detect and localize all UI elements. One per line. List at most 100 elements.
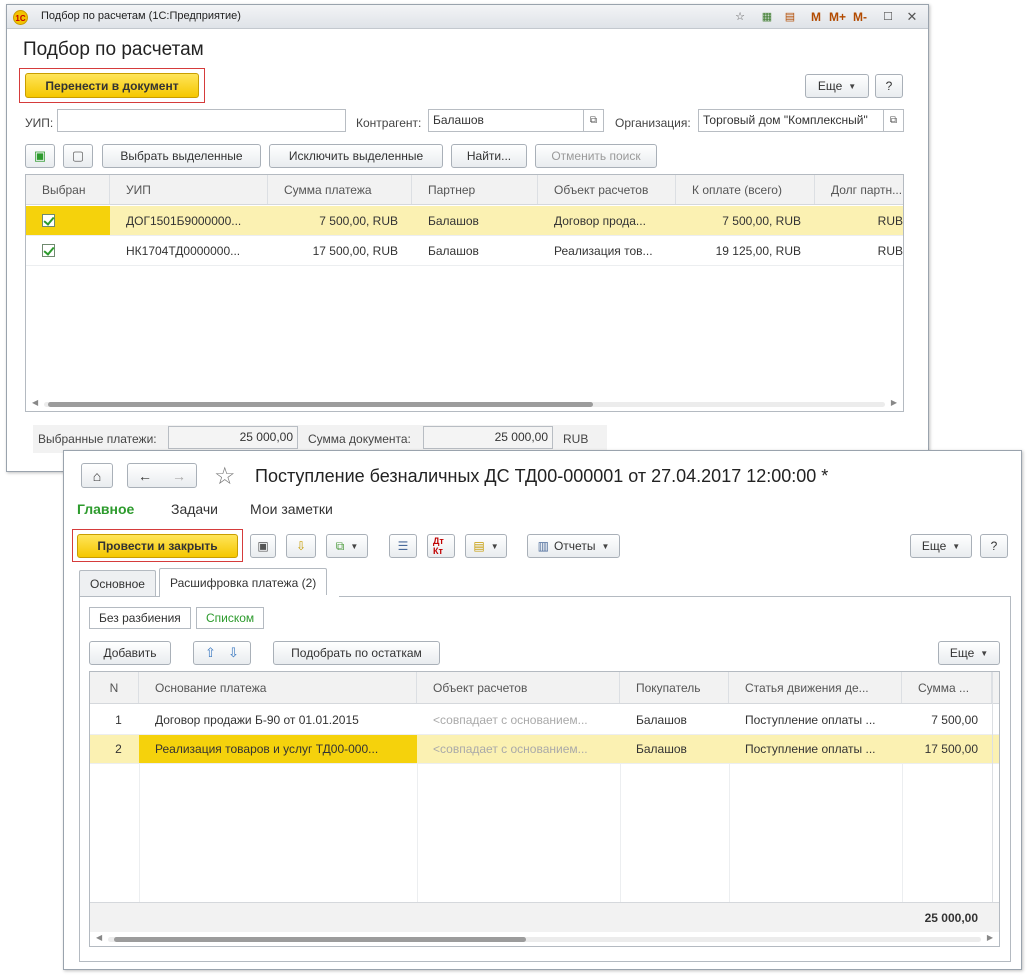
create-based-on-button[interactable]: ⧉ ▼ <box>326 534 368 558</box>
move-down-icon[interactable]: ⇩ <box>228 645 239 661</box>
table-header: N Основание платежа Объект расчетов Поку… <box>90 672 999 704</box>
nav-tab-notes[interactable]: Мои заметки <box>250 501 333 517</box>
checkmark-icon <box>42 214 55 227</box>
column-header[interactable]: Основание платежа <box>139 672 417 703</box>
mode-no-split[interactable]: Без разбиения <box>89 607 191 629</box>
favorites-icon[interactable]: ☆ <box>732 9 748 25</box>
column-header[interactable]: Покупатель <box>620 672 729 703</box>
column-header[interactable]: Объект расчетов <box>538 175 676 204</box>
counterparty-field[interactable]: Балашов <box>428 109 584 132</box>
tab-payment-breakdown[interactable]: Расшифровка платежа (2) <box>159 568 328 596</box>
selection-window: 1С Подбор по расчетам (1С:Предприятие) ☆… <box>6 4 929 472</box>
nav-tab-tasks[interactable]: Задачи <box>171 501 218 517</box>
memory-minus-button[interactable]: M- <box>853 9 867 25</box>
amount-cell: 17 500,00, RUB <box>312 243 398 258</box>
buyer-cell: Балашов <box>636 712 687 727</box>
add-button[interactable]: Добавить <box>89 641 171 665</box>
calendar-icon[interactable]: ▤ <box>782 9 798 25</box>
to-pay-cell: 19 125,00, RUB <box>715 243 801 258</box>
favorite-star-icon[interactable]: ☆ <box>214 462 236 491</box>
more-button[interactable]: Еще ▼ <box>805 74 869 98</box>
related-docs-icon: ▤ <box>473 539 485 553</box>
column-header[interactable]: Сумма ... <box>902 672 992 703</box>
column-header[interactable]: Выбран <box>26 175 110 204</box>
selected-checkbox[interactable] <box>26 206 110 235</box>
check-all-icon[interactable]: ▣ <box>25 144 55 168</box>
checkmark-icon <box>42 244 55 257</box>
table-row[interactable]: 1 Договор продажи Б-90 от 01.01.2015 <со… <box>90 705 999 735</box>
related-docs-button[interactable]: ▤ ▼ <box>465 534 507 558</box>
exclude-selected-button[interactable]: Исключить выделенные <box>269 144 443 168</box>
journal-icon[interactable]: ☰ <box>389 534 417 558</box>
column-header[interactable]: Объект расчетов <box>417 672 620 703</box>
memory-m-button[interactable]: M <box>811 9 821 25</box>
column-header[interactable]: Долг партн... <box>815 175 903 204</box>
move-up-icon[interactable]: ⇧ <box>205 645 216 661</box>
scroll-thumb[interactable] <box>114 937 526 942</box>
tab-joiner <box>160 595 339 597</box>
scroll-right-icon[interactable]: ▶ <box>891 398 897 407</box>
column-header[interactable]: УИП <box>110 175 268 204</box>
table-more-button[interactable]: Еще ▼ <box>938 641 1000 665</box>
post-document-icon[interactable]: ⇩ <box>286 534 316 558</box>
pick-by-balance-button[interactable]: Подобрать по остаткам <box>273 641 440 665</box>
horizontal-scrollbar[interactable]: ◀ ▶ <box>90 932 999 946</box>
document-title: Поступление безналичных ДС ТД00-000001 о… <box>255 466 829 486</box>
table-row[interactable]: 2 Реализация товаров и услуг ТД00-000...… <box>90 735 999 764</box>
basis-cell[interactable]: Реализация товаров и услуг ТД00-000... <box>139 735 417 763</box>
find-button[interactable]: Найти... <box>451 144 527 168</box>
horizontal-scrollbar[interactable]: ◀ ▶ <box>26 397 903 411</box>
column-header[interactable]: N <box>90 672 139 703</box>
selected-payments-value: 25 000,00 <box>168 426 298 449</box>
selected-checkbox[interactable] <box>26 236 110 265</box>
reorder-buttons: ⇧ ⇩ <box>193 641 251 665</box>
close-icon[interactable]: ✕ <box>904 9 920 25</box>
total-sum: 25 000,00 <box>924 910 978 925</box>
column-header[interactable]: К оплате (всего) <box>676 175 815 204</box>
select-selected-button[interactable]: Выбрать выделенные <box>102 144 261 168</box>
calculator-icon[interactable]: ▦ <box>759 9 775 25</box>
reports-button[interactable]: ▥ Отчеты ▼ <box>527 534 620 558</box>
counterparty-label: Контрагент: <box>356 116 422 130</box>
column-header[interactable]: Партнер <box>412 175 538 204</box>
back-arrow-icon[interactable]: ← <box>138 468 152 484</box>
cancel-search-button[interactable]: Отменить поиск <box>535 144 657 168</box>
reports-icon: ▥ <box>537 539 549 553</box>
maximize-icon[interactable]: ☐ <box>880 9 896 25</box>
nav-tab-main[interactable]: Главное <box>77 501 134 517</box>
uip-cell: ДОГ1501Б9000000... <box>126 213 242 228</box>
more-button[interactable]: Еще ▼ <box>910 534 972 558</box>
forward-arrow-icon[interactable]: → <box>172 468 186 484</box>
column-divider <box>992 672 993 932</box>
open-counterparty-icon[interactable]: ⧉ <box>584 109 604 132</box>
post-and-close-button[interactable]: Провести и закрыть <box>77 534 238 558</box>
row-number: 1 <box>115 712 122 727</box>
receipt-document-window: ⌂ ← → ☆ Поступление безналичных ДС ТД00-… <box>63 450 1022 970</box>
scroll-thumb[interactable] <box>48 402 593 407</box>
uip-input[interactable] <box>57 109 346 132</box>
transfer-to-document-button[interactable]: Перенести в документ <box>25 73 199 98</box>
tab-main[interactable]: Основное <box>79 570 156 596</box>
column-header[interactable]: Сумма платежа <box>268 175 412 204</box>
open-organization-icon[interactable]: ⧉ <box>884 109 904 132</box>
table-row[interactable]: НК1704ТД0000000... 17 500,00, RUB Балашо… <box>26 236 903 266</box>
scroll-left-icon[interactable]: ◀ <box>96 933 102 942</box>
sum-cell: 7 500,00 <box>931 712 978 727</box>
memory-plus-button[interactable]: M+ <box>829 9 846 25</box>
column-header[interactable]: Статья движения де... <box>729 672 902 703</box>
chevron-down-icon: ▼ <box>601 541 610 551</box>
scroll-right-icon[interactable]: ▶ <box>987 933 993 942</box>
organization-field[interactable]: Торговый дом "Комплексный" <box>698 109 884 132</box>
dt-kt-icon[interactable]: Дт Кт <box>427 534 455 558</box>
uip-cell: НК1704ТД0000000... <box>126 243 241 258</box>
uncheck-all-icon[interactable]: ▢ <box>63 144 93 168</box>
help-button[interactable]: ? <box>980 534 1008 558</box>
home-button[interactable]: ⌂ <box>81 463 113 488</box>
help-button[interactable]: ? <box>875 74 903 98</box>
save-icon[interactable]: ▣ <box>250 534 276 558</box>
table-row[interactable]: ДОГ1501Б9000000... 7 500,00, RUB Балашов… <box>26 206 903 236</box>
partner-cell: Балашов <box>428 243 479 258</box>
mode-list[interactable]: Списком <box>196 607 265 629</box>
scroll-left-icon[interactable]: ◀ <box>32 398 38 407</box>
uip-label: УИП: <box>25 116 54 130</box>
